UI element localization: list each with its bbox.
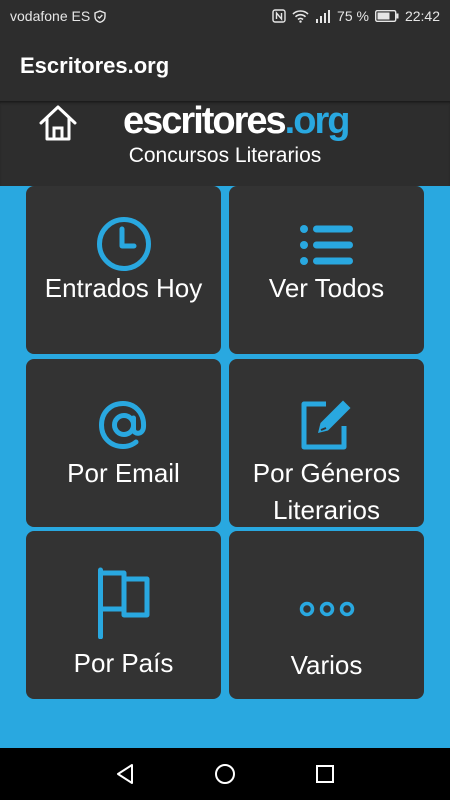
- logo: escritores.org: [123, 100, 351, 142]
- signal-icon: [315, 9, 331, 23]
- tile-label: Por País: [73, 648, 174, 678]
- tile-label: Varios: [290, 650, 363, 680]
- battery-icon: [374, 10, 399, 22]
- tile-varios[interactable]: Varios: [229, 531, 424, 699]
- status-bar: vodafone ES 75 % 22:42: [0, 0, 450, 33]
- wifi-icon: [292, 9, 309, 23]
- tile-label: Ver Todos: [268, 273, 385, 303]
- home-button[interactable]: [36, 103, 80, 143]
- carrier-label: vodafone ES: [10, 8, 91, 24]
- back-button[interactable]: [113, 762, 137, 786]
- list-icon: [229, 224, 424, 266]
- shield-icon: [94, 9, 106, 23]
- tile-por-pais[interactable]: Por País: [26, 531, 221, 699]
- status-left: vodafone ES: [10, 8, 106, 24]
- home-circle-icon: [215, 764, 235, 784]
- logo-org: .org: [284, 100, 351, 142]
- flag-icon: [26, 567, 221, 639]
- clock-time: 22:42: [404, 8, 440, 24]
- tile-por-email[interactable]: Por Email: [26, 359, 221, 527]
- header-subtitle: Concursos Literarios: [128, 144, 322, 167]
- recents-icon: [316, 765, 334, 783]
- home-nav-button[interactable]: [213, 762, 237, 786]
- more-icon: [229, 601, 424, 617]
- app-bar: Escritores.org: [0, 33, 450, 101]
- tile-por-generos[interactable]: Por Géneros Literarios: [229, 359, 424, 527]
- tile-label: Por Email: [67, 458, 180, 488]
- clock-icon: [26, 216, 221, 272]
- nfc-icon: [272, 9, 286, 23]
- back-icon: [117, 764, 133, 784]
- home-icon: [39, 105, 77, 141]
- tile-ver-todos[interactable]: Ver Todos: [229, 186, 424, 354]
- tile-label: Entrados Hoy: [44, 273, 203, 303]
- status-right: 75 % 22:42: [272, 8, 440, 24]
- at-icon: [26, 397, 221, 453]
- tile-entrados-hoy[interactable]: Entrados Hoy: [26, 186, 221, 354]
- recents-button[interactable]: [313, 762, 337, 786]
- edit-icon: [229, 395, 424, 453]
- app-title: Escritores.org: [20, 53, 170, 78]
- nav-bar: [0, 748, 450, 800]
- battery-percent: 75 %: [337, 8, 369, 24]
- logo-text: escritores: [123, 100, 287, 142]
- tile-label: Por Géneros Literarios: [252, 458, 401, 525]
- header: escritores.org Concursos Literarios: [0, 101, 450, 186]
